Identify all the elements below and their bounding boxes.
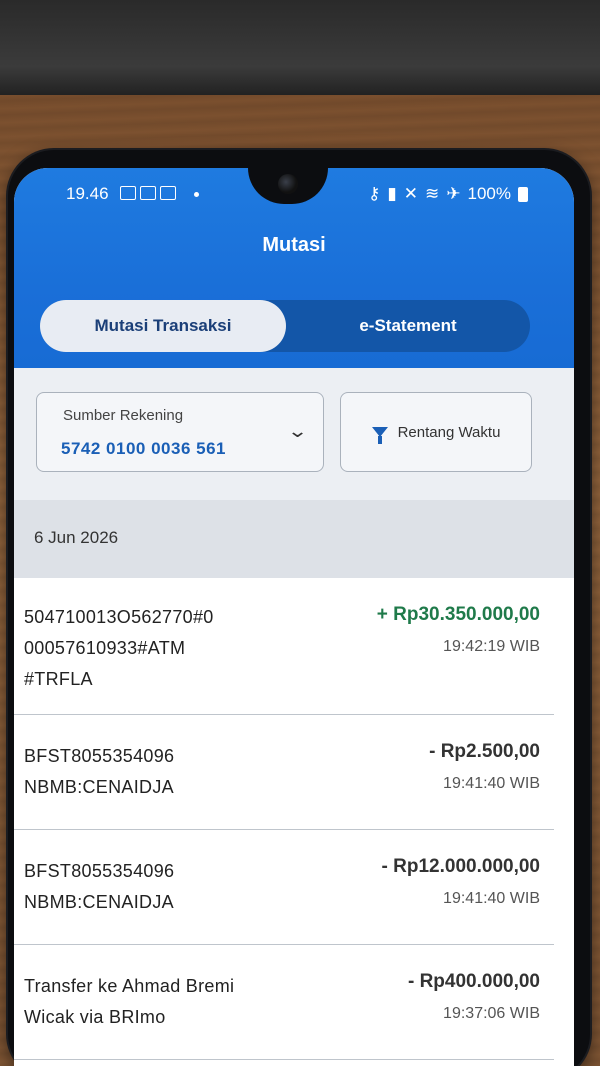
phone-screen: 19.46 ⚷ ▮ ✕ ≋ ✈ 100% Mutasi Mutasi Trans… <box>14 168 574 1066</box>
transaction-row[interactable]: BFST8055354096 NBMB:CENAIDJA - Rp2.500,0… <box>14 715 554 830</box>
date-label: 6 Jun 2026 <box>34 528 119 547</box>
account-source-dropdown[interactable]: Sumber Rekening 5742 0100 0036 561 ⌄ <box>36 392 324 472</box>
sim-icon <box>160 186 176 200</box>
notification-dot-icon <box>194 192 199 197</box>
sim-icon <box>140 186 156 200</box>
battery-icon <box>518 186 528 202</box>
transaction-amount: - Rp400.000,00 <box>407 971 540 992</box>
transaction-time: 19:41:40 WIB <box>443 890 540 907</box>
transaction-description: 504710013O562770#0 00057610933#ATM #TRFL… <box>24 607 214 689</box>
sim-icons <box>120 186 176 200</box>
source-label: Sumber Rekening <box>63 407 184 424</box>
airplane-icon: ✈ <box>446 184 461 203</box>
transaction-time: 19:37:06 WIB <box>443 1005 540 1022</box>
battery-percent: 100% <box>467 184 511 203</box>
transaction-row[interactable]: 504710013O562770#0 00057610933#ATM #TRFL… <box>14 578 554 715</box>
chevron-down-icon: ⌄ <box>286 421 309 441</box>
filter-area: Sumber Rekening 5742 0100 0036 561 ⌄ Ren… <box>14 368 574 500</box>
transaction-description: BFST8055354096 NBMB:CENAIDJA <box>24 861 175 912</box>
date-group-header: 6 Jun 2026 <box>14 500 574 578</box>
transaction-row[interactable]: BFST8055354096 NBMB:CENAIDJA - Rp12.000.… <box>14 830 554 945</box>
transaction-amount: + Rp30.350.000,00 <box>376 604 540 625</box>
tab-mutasi-transaksi[interactable]: Mutasi Transaksi <box>40 300 286 352</box>
transaction-description: BFST8055354096 NBMB:CENAIDJA <box>24 746 175 797</box>
transaction-description: Transfer ke Ahmad Bremi Wicak via BRImo <box>24 976 235 1027</box>
tab-switcher: Mutasi Transaksi e-Statement <box>40 300 530 352</box>
transaction-time: 19:42:19 WIB <box>443 638 540 655</box>
page-title: Mutasi <box>262 234 326 256</box>
transaction-row[interactable]: Transfer ke Ahmad Bremi Wicak via BRImo … <box>14 945 554 1060</box>
account-number: 5742 0100 0036 561 <box>61 439 226 458</box>
transaction-time: 19:41:40 WIB <box>443 775 540 792</box>
filter-icon <box>371 427 388 444</box>
transaction-amount: - Rp12.000.000,00 <box>381 856 540 877</box>
date-range-button[interactable]: Rentang Waktu <box>340 392 532 472</box>
battery-saver-icon: ▮ <box>387 184 397 203</box>
desk-background-top <box>0 0 600 95</box>
date-range-label: Rentang Waktu <box>397 423 501 441</box>
wifi-icon: ≋ <box>425 184 440 203</box>
tab-e-statement[interactable]: e-Statement <box>286 300 530 352</box>
front-camera <box>278 174 298 194</box>
status-right: ⚷ ▮ ✕ ≋ ✈ 100% <box>368 184 528 204</box>
transaction-list: 504710013O562770#0 00057610933#ATM #TRFL… <box>14 578 574 1060</box>
key-icon: ⚷ <box>367 184 381 203</box>
mute-icon: ✕ <box>403 184 419 203</box>
status-time: 19.46 <box>66 184 109 203</box>
transaction-amount: - Rp2.500,00 <box>429 741 540 762</box>
sim-icon <box>120 186 136 200</box>
